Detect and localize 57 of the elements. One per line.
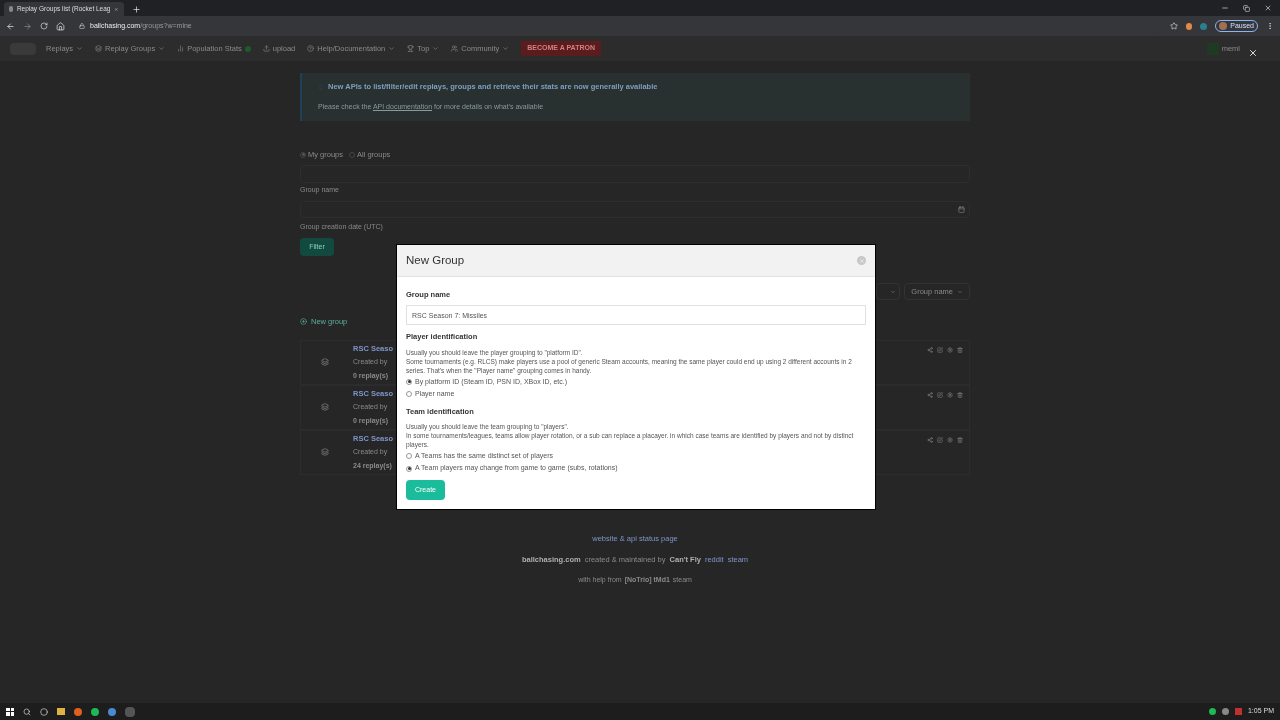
share-icon[interactable] bbox=[927, 346, 933, 353]
stack-icon bbox=[321, 403, 329, 411]
caret-icon bbox=[158, 45, 166, 52]
site-icon bbox=[9, 6, 13, 12]
nav-icon bbox=[95, 45, 103, 52]
start-icon[interactable] bbox=[6, 707, 14, 716]
caret-icon bbox=[502, 45, 510, 52]
calendar-icon[interactable] bbox=[958, 205, 965, 213]
nav-icon bbox=[262, 45, 270, 52]
caret-icon bbox=[76, 45, 84, 52]
delete-icon[interactable] bbox=[957, 436, 963, 443]
edit-icon[interactable] bbox=[937, 346, 943, 353]
settings-icon[interactable] bbox=[947, 436, 953, 443]
radio-button[interactable] bbox=[300, 151, 306, 158]
caret-icon bbox=[432, 45, 440, 52]
caret-icon bbox=[388, 45, 396, 52]
caret-icon bbox=[890, 288, 897, 295]
delete-icon[interactable] bbox=[957, 391, 963, 398]
nav-icon bbox=[451, 45, 459, 52]
task-view-icon[interactable] bbox=[40, 707, 48, 716]
minimize-icon[interactable] bbox=[1221, 4, 1229, 12]
settings-icon[interactable] bbox=[947, 346, 953, 353]
back-icon[interactable] bbox=[6, 21, 15, 31]
share-icon[interactable] bbox=[927, 391, 933, 398]
reload-icon[interactable] bbox=[40, 22, 48, 30]
home-icon[interactable] bbox=[56, 21, 65, 31]
nav-icon bbox=[307, 45, 315, 52]
date-filter-field[interactable] bbox=[300, 200, 970, 218]
dialog-title: New Group bbox=[406, 252, 465, 268]
close-icon bbox=[858, 257, 865, 264]
delete-icon[interactable] bbox=[957, 346, 963, 353]
add-icon bbox=[300, 318, 307, 326]
settings-icon[interactable] bbox=[947, 391, 953, 398]
edit-icon[interactable] bbox=[937, 391, 943, 398]
menu-icon[interactable] bbox=[1266, 22, 1274, 30]
new-tab-icon[interactable] bbox=[132, 5, 141, 14]
drop-icon bbox=[318, 83, 324, 90]
radio-button[interactable] bbox=[406, 453, 412, 459]
share-icon[interactable] bbox=[927, 436, 933, 443]
stack-icon bbox=[321, 358, 329, 366]
avatar-icon bbox=[1219, 22, 1228, 30]
radio-button[interactable] bbox=[406, 378, 412, 385]
restore-icon[interactable] bbox=[1243, 4, 1250, 12]
nav-icon bbox=[407, 45, 415, 52]
radio-button[interactable] bbox=[406, 465, 412, 472]
caret-icon bbox=[957, 288, 963, 295]
stack-icon bbox=[321, 448, 329, 456]
search-icon[interactable] bbox=[23, 707, 31, 716]
close-icon[interactable] bbox=[1264, 4, 1272, 12]
forward-icon[interactable] bbox=[23, 21, 32, 31]
bookmark-star-icon[interactable] bbox=[1170, 22, 1179, 30]
radio-button[interactable] bbox=[406, 391, 412, 398]
nav-icon bbox=[177, 45, 185, 52]
edit-icon[interactable] bbox=[937, 436, 943, 443]
info-badge-icon bbox=[244, 45, 251, 52]
lock-icon bbox=[79, 23, 85, 29]
close-button[interactable] bbox=[1248, 48, 1258, 58]
